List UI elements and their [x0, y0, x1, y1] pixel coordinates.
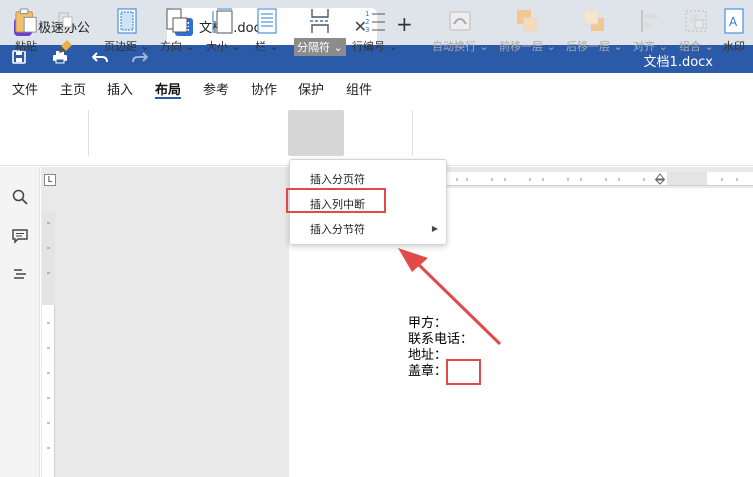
align-label: 对齐 ⌄ — [633, 40, 668, 53]
bring-forward-icon — [515, 8, 539, 34]
format-painter-button[interactable] — [54, 38, 78, 54]
menu-item-insert-section-break[interactable]: 插入分节符 — [310, 221, 365, 237]
brush-icon — [54, 38, 78, 54]
menu-file[interactable]: 文件 — [12, 79, 38, 98]
search-icon[interactable] — [11, 189, 29, 207]
menu-collaborate[interactable]: 协作 — [251, 79, 277, 98]
menu-home[interactable]: 主页 — [60, 79, 86, 98]
add-tab-button[interactable]: + — [396, 12, 413, 36]
columns-icon — [255, 8, 279, 34]
ribbon-toolbar — [0, 100, 753, 166]
doc-line-seal[interactable]: 盖章： — [408, 360, 447, 379]
paste-label: 粘贴 — [15, 40, 37, 53]
bring-forward-label: 前移一层 ⌄ — [499, 40, 556, 53]
breaks-button-pressed-bg — [288, 110, 344, 156]
group-label: 组合 ⌄ — [679, 40, 714, 53]
wrap-text-icon — [448, 8, 472, 34]
breaks-button[interactable]: 分隔符 ⌄ — [294, 8, 346, 56]
left-sidebar — [0, 167, 40, 477]
margins-label: 页边距 ⌄ — [104, 40, 150, 53]
horizontal-ruler[interactable] — [447, 172, 753, 186]
separator — [412, 110, 413, 156]
vertical-ruler[interactable] — [42, 213, 55, 477]
send-backward-label: 后移一层 ⌄ — [566, 40, 623, 53]
orientation-label: 方向 ⌄ — [160, 40, 195, 53]
tab-stop-selector[interactable]: L — [44, 174, 56, 186]
send-backward-icon — [582, 8, 606, 34]
menu-layout[interactable]: 布局 — [155, 79, 181, 98]
clipboard-icon — [14, 8, 38, 34]
orientation-icon — [165, 8, 189, 34]
active-menu-underline — [155, 97, 181, 99]
margins-icon — [115, 8, 139, 34]
column-break-highlight-box — [286, 188, 386, 213]
separator — [88, 110, 89, 156]
group-icon — [684, 8, 708, 34]
watermark-label: 水印 — [723, 40, 745, 53]
page-size-icon — [211, 8, 235, 34]
menu-bar: 文件 主页 插入 布局 参考 协作 保护 组件 — [0, 73, 753, 100]
align-icon — [638, 8, 662, 34]
line-numbers-button[interactable]: 123 行编号 ⌄ — [352, 8, 398, 54]
svg-text:2: 2 — [365, 18, 369, 26]
size-button[interactable]: 大小 ⌄ — [206, 8, 241, 54]
watermark-button[interactable]: A 水印 — [722, 8, 746, 54]
send-backward-button[interactable]: 后移一层 ⌄ — [566, 8, 623, 54]
paste-button[interactable]: 粘贴 — [14, 8, 38, 54]
menu-insert[interactable]: 插入 — [107, 79, 133, 98]
line-numbers-label: 行编号 ⌄ — [352, 40, 398, 53]
line-numbers-icon: 123 — [363, 8, 387, 34]
seal-highlight-box — [446, 359, 481, 385]
page-break-icon — [308, 8, 332, 34]
margins-button[interactable]: 页边距 ⌄ — [104, 8, 150, 54]
menu-references[interactable]: 参考 — [203, 79, 229, 98]
menu-protect[interactable]: 保护 — [298, 79, 324, 98]
breaks-label: 分隔符 ⌄ — [294, 38, 346, 56]
wrap-text-label: 自动换行 ⌄ — [432, 40, 489, 53]
copy-button[interactable] — [54, 12, 78, 28]
copy-icon — [54, 12, 78, 28]
submenu-arrow-icon: ▶ — [431, 224, 438, 233]
svg-text:1: 1 — [365, 10, 369, 18]
menu-plugins[interactable]: 组件 — [346, 79, 372, 98]
navigation-icon[interactable] — [11, 267, 29, 285]
size-label: 大小 ⌄ — [206, 40, 241, 53]
watermark-icon: A — [722, 8, 746, 34]
align-button[interactable]: 对齐 ⌄ — [633, 8, 668, 54]
columns-label: 栏 ⌄ — [255, 40, 279, 53]
svg-text:A: A — [729, 15, 738, 29]
group-button[interactable]: 组合 ⌄ — [679, 8, 714, 54]
orientation-button[interactable]: 方向 ⌄ — [160, 8, 195, 54]
columns-button[interactable]: 栏 ⌄ — [255, 8, 279, 54]
menu-item-insert-page-break[interactable]: 插入分页符 — [310, 171, 365, 187]
bring-forward-button[interactable]: 前移一层 ⌄ — [499, 8, 556, 54]
comment-icon[interactable] — [11, 228, 29, 246]
wrap-text-button[interactable]: 自动换行 ⌄ — [432, 8, 489, 54]
svg-text:3: 3 — [365, 26, 369, 34]
